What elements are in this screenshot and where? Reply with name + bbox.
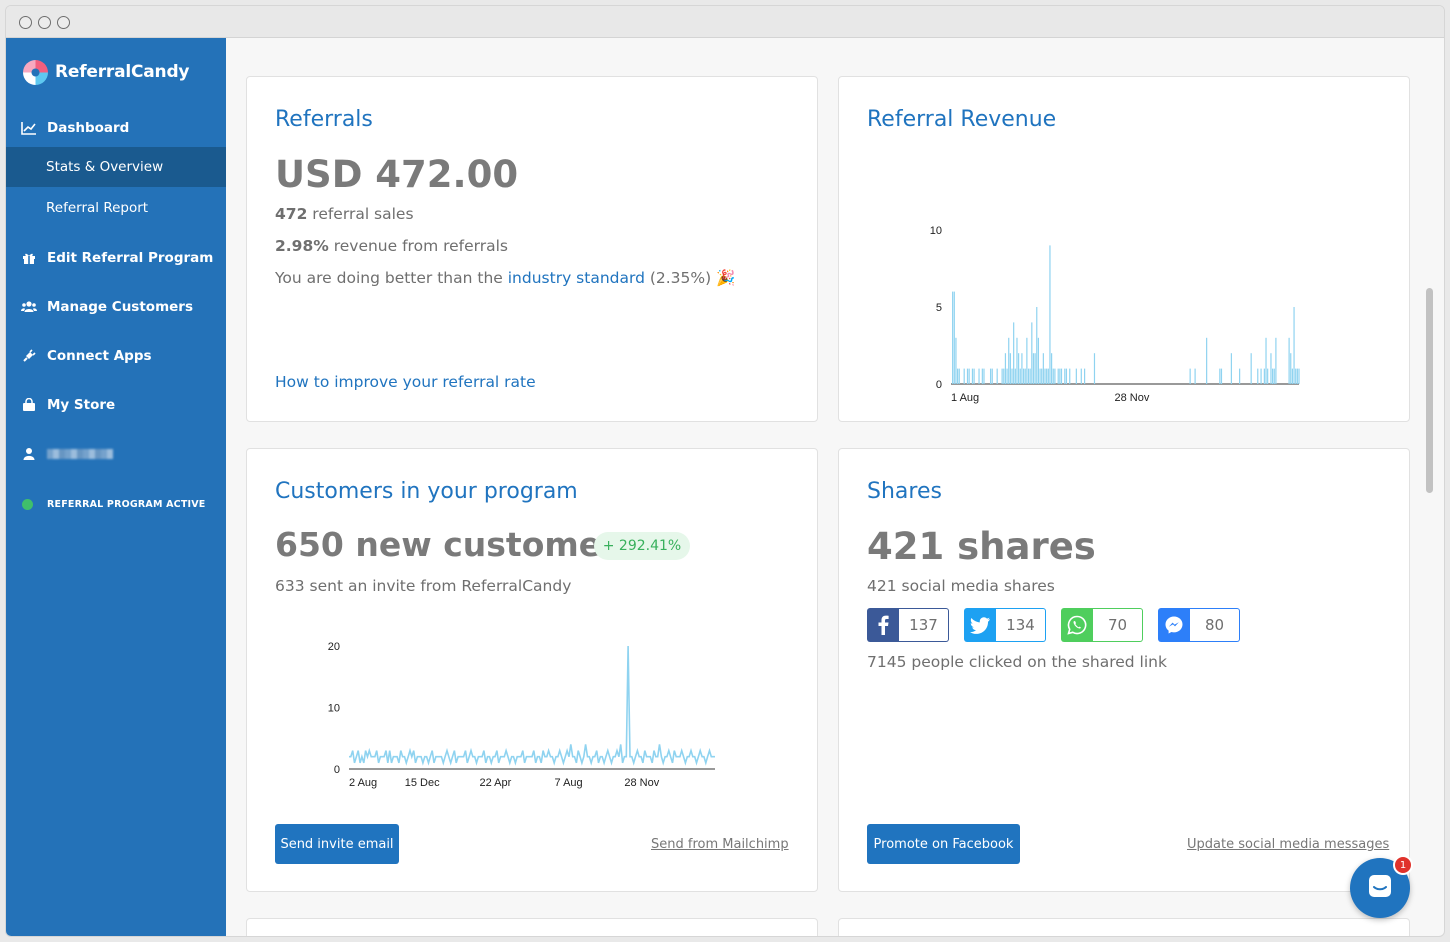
facebook-share-count[interactable]: 137 <box>867 608 949 642</box>
chat-icon <box>1367 873 1393 903</box>
sidebar-subitem-label: Stats & Overview <box>46 159 164 175</box>
status-label: REFERRAL PROGRAM ACTIVE <box>47 498 206 510</box>
window-minimize-button[interactable] <box>38 16 51 29</box>
window-close-button[interactable] <box>19 16 32 29</box>
whatsapp-share-count[interactable]: 70 <box>1061 608 1143 642</box>
industry-prefix: You are doing better than the <box>275 269 508 287</box>
referral-revenue-card: Referral Revenue 0 5 10 1 Aug 28 Nov <box>838 76 1410 422</box>
send-invite-email-button[interactable]: Send invite email <box>275 824 399 864</box>
sidebar-subitem-label: Referral Report <box>46 200 149 216</box>
referral-revenue-chart: 0 5 10 1 Aug 28 Nov <box>930 225 1300 404</box>
card-title: Shares <box>867 479 942 504</box>
share-count-value: 134 <box>996 609 1045 641</box>
twitter-icon <box>964 608 996 642</box>
app-logo[interactable]: ReferralCandy <box>22 58 190 86</box>
next-card-left <box>246 918 818 936</box>
x-tick-label: 28 Nov <box>624 777 659 789</box>
share-count-value: 80 <box>1190 609 1239 641</box>
shares-count: 421 shares <box>867 525 1096 568</box>
sidebar-item-label: Edit Referral Program <box>47 250 214 266</box>
shopping-bag-icon <box>21 397 37 413</box>
card-title: Referrals <box>275 107 373 132</box>
sidebar-item-dashboard[interactable]: Dashboard <box>6 110 226 146</box>
industry-standard-link[interactable]: industry standard <box>508 269 645 287</box>
app-window: ReferralCandy Dashboard Stats & Overview… <box>5 5 1445 937</box>
messenger-share-count[interactable]: 80 <box>1158 608 1240 642</box>
y-tick-label: 5 <box>936 302 942 314</box>
update-social-media-messages-link[interactable]: Update social media messages <box>1187 837 1389 852</box>
page-scrollbar[interactable] <box>1426 288 1433 493</box>
improve-referral-rate-link[interactable]: How to improve your referral rate <box>275 373 536 391</box>
line-chart-icon <box>21 120 37 136</box>
y-tick-label: 0 <box>334 764 340 776</box>
x-tick-label: 2 Aug <box>349 777 377 789</box>
share-count-value: 70 <box>1093 609 1142 641</box>
sidebar-item-account[interactable] <box>6 436 226 472</box>
revenue-percent: 2.98% <box>275 237 329 255</box>
sidebar-subitem-referral-report[interactable]: Referral Report <box>6 188 226 228</box>
industry-suffix: (2.35%) 🎉 <box>644 269 736 287</box>
y-tick-label: 10 <box>930 225 942 237</box>
app-name: ReferralCandy <box>55 62 190 82</box>
y-tick-label: 20 <box>328 641 340 653</box>
main-content: Referrals USD 472.00 472 referral sales … <box>226 38 1436 936</box>
x-tick-label: 1 Aug <box>951 392 979 404</box>
blurred-username <box>47 449 113 459</box>
sidebar-item-label: My Store <box>47 397 116 413</box>
title-bar <box>6 6 1444 38</box>
send-from-mailchimp-link[interactable]: Send from Mailchimp <box>651 837 789 852</box>
social-shares-line: 421 social media shares <box>867 577 1055 595</box>
sidebar-item-manage-customers[interactable]: Manage Customers <box>6 289 226 325</box>
x-tick-label: 28 Nov <box>1115 392 1150 404</box>
sidebar: ReferralCandy Dashboard Stats & Overview… <box>6 38 226 936</box>
plug-icon <box>21 348 37 364</box>
industry-line: You are doing better than the industry s… <box>275 269 735 287</box>
sidebar-item-edit-referral-program[interactable]: Edit Referral Program <box>6 240 226 276</box>
y-tick-label: 0 <box>936 379 942 391</box>
users-icon <box>21 299 37 315</box>
whatsapp-icon <box>1061 608 1093 642</box>
sidebar-item-my-store[interactable]: My Store <box>6 387 226 423</box>
referral-amount: USD 472.00 <box>275 153 519 196</box>
user-icon <box>21 446 37 462</box>
shared-link-clicks-line: 7145 people clicked on the shared link <box>867 653 1167 671</box>
gift-icon <box>21 250 37 266</box>
referrals-card: Referrals USD 472.00 472 referral sales … <box>246 76 818 422</box>
x-tick-label: 22 Apr <box>479 777 511 789</box>
referral-sales-text: referral sales <box>307 205 414 223</box>
x-tick-label: 15 Dec <box>405 777 440 789</box>
y-tick-label: 10 <box>328 703 340 715</box>
sidebar-item-label: Dashboard <box>47 120 130 136</box>
customers-card: Customers in your program 650 new custom… <box>246 448 818 892</box>
x-tick-label: 7 Aug <box>555 777 583 789</box>
referral-sales-line: 472 referral sales <box>275 205 414 223</box>
program-status: REFERRAL PROGRAM ACTIVE <box>6 486 226 522</box>
revenue-text: revenue from referrals <box>328 237 509 255</box>
notification-badge: 1 <box>1393 855 1413 875</box>
facebook-icon <box>867 608 899 642</box>
shares-card: Shares 421 shares 421 social media share… <box>838 448 1410 892</box>
next-card-right <box>838 918 1410 936</box>
sidebar-item-label: Manage Customers <box>47 299 193 315</box>
window-zoom-button[interactable] <box>57 16 70 29</box>
share-count-value: 137 <box>899 609 948 641</box>
sidebar-item-connect-apps[interactable]: Connect Apps <box>6 338 226 374</box>
customers-series-line <box>349 645 715 766</box>
sidebar-item-label: Connect Apps <box>47 348 152 364</box>
referral-sales-count: 472 <box>275 205 308 223</box>
messenger-icon <box>1158 608 1190 642</box>
referralcandy-logo-icon <box>22 59 49 86</box>
promote-on-facebook-button[interactable]: Promote on Facebook <box>867 824 1020 864</box>
status-indicator-icon <box>22 498 33 510</box>
sidebar-subitem-stats-overview[interactable]: Stats & Overview <box>6 147 226 187</box>
revenue-line: 2.98% revenue from referrals <box>275 237 508 255</box>
twitter-share-count[interactable]: 134 <box>964 608 1046 642</box>
